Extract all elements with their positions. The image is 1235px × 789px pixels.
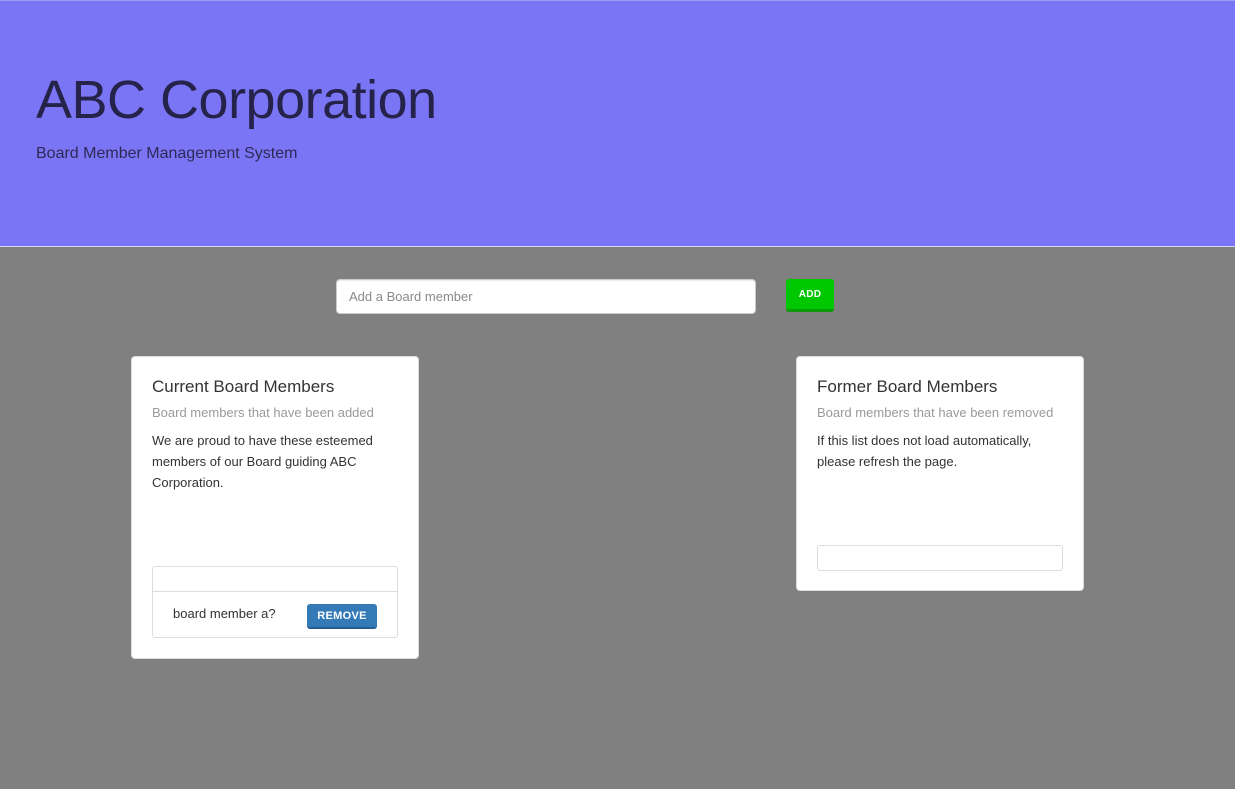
current-members-description: We are proud to have these esteemed memb… bbox=[152, 433, 373, 490]
list-item-empty bbox=[817, 545, 1063, 571]
current-members-list: board member a? REMOVE bbox=[152, 566, 398, 638]
current-members-title: Current Board Members bbox=[152, 377, 335, 396]
page-title: ABC Corporation bbox=[36, 70, 437, 130]
page-subtitle: Board Member Management System bbox=[36, 145, 298, 162]
current-members-subtitle: Board members that have been added bbox=[152, 405, 374, 420]
add-member-input[interactable] bbox=[336, 279, 756, 314]
former-members-description: If this list does not load automatically… bbox=[817, 433, 1032, 469]
page-header: ABC Corporation Board Member Management … bbox=[0, 0, 1235, 247]
remove-member-button[interactable]: REMOVE bbox=[307, 604, 377, 629]
former-members-panel: Former Board Members Board members that … bbox=[796, 356, 1084, 591]
former-members-list bbox=[817, 545, 1063, 571]
former-members-subtitle: Board members that have been removed bbox=[817, 405, 1054, 420]
add-member-button[interactable]: ADD bbox=[786, 279, 834, 312]
list-item: board member a? REMOVE bbox=[152, 591, 398, 638]
list-item-empty bbox=[152, 566, 398, 592]
current-members-panel: Current Board Members Board members that… bbox=[131, 356, 419, 659]
former-members-title: Former Board Members bbox=[817, 377, 998, 396]
member-name: board member a? bbox=[173, 606, 276, 621]
